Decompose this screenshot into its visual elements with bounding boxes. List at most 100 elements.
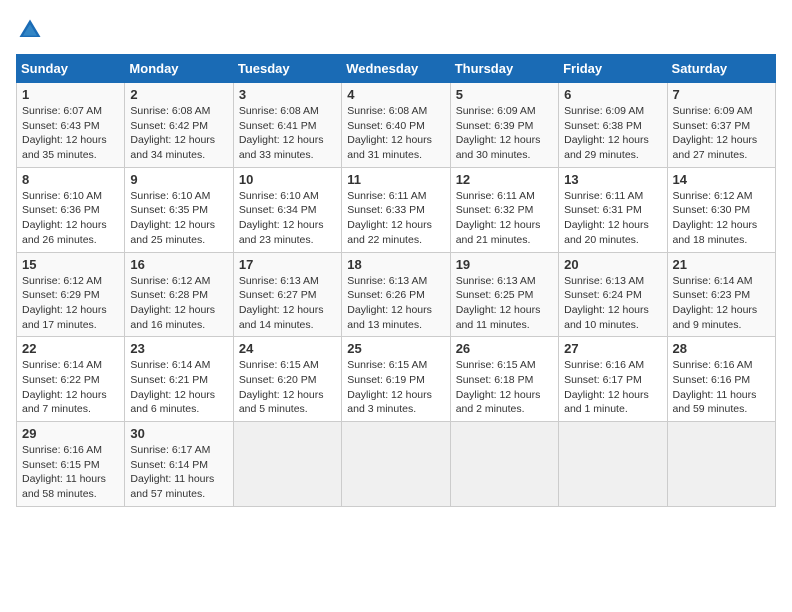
day-number: 19 (456, 257, 553, 272)
cell-info: Sunrise: 6:17 AMSunset: 6:14 PMDaylight:… (130, 444, 214, 500)
cell-info: Sunrise: 6:14 AMSunset: 6:22 PMDaylight:… (22, 359, 107, 415)
calendar-cell: 15 Sunrise: 6:12 AMSunset: 6:29 PMDaylig… (17, 252, 125, 337)
cell-info: Sunrise: 6:12 AMSunset: 6:29 PMDaylight:… (22, 275, 107, 331)
cell-info: Sunrise: 6:13 AMSunset: 6:27 PMDaylight:… (239, 275, 324, 331)
cell-info: Sunrise: 6:15 AMSunset: 6:19 PMDaylight:… (347, 359, 432, 415)
calendar-cell: 20 Sunrise: 6:13 AMSunset: 6:24 PMDaylig… (559, 252, 667, 337)
day-number: 13 (564, 172, 661, 187)
day-number: 23 (130, 341, 227, 356)
calendar-cell: 12 Sunrise: 6:11 AMSunset: 6:32 PMDaylig… (450, 167, 558, 252)
calendar-cell (342, 422, 450, 507)
calendar-cell: 10 Sunrise: 6:10 AMSunset: 6:34 PMDaylig… (233, 167, 341, 252)
day-number: 18 (347, 257, 444, 272)
day-number: 28 (673, 341, 770, 356)
cell-info: Sunrise: 6:07 AMSunset: 6:43 PMDaylight:… (22, 105, 107, 161)
calendar-header-thursday: Thursday (450, 55, 558, 83)
cell-info: Sunrise: 6:16 AMSunset: 6:17 PMDaylight:… (564, 359, 649, 415)
day-number: 21 (673, 257, 770, 272)
calendar-cell: 14 Sunrise: 6:12 AMSunset: 6:30 PMDaylig… (667, 167, 775, 252)
cell-info: Sunrise: 6:12 AMSunset: 6:30 PMDaylight:… (673, 190, 758, 246)
calendar-cell: 9 Sunrise: 6:10 AMSunset: 6:35 PMDayligh… (125, 167, 233, 252)
calendar-cell: 27 Sunrise: 6:16 AMSunset: 6:17 PMDaylig… (559, 337, 667, 422)
day-number: 9 (130, 172, 227, 187)
calendar-cell: 18 Sunrise: 6:13 AMSunset: 6:26 PMDaylig… (342, 252, 450, 337)
calendar-header-monday: Monday (125, 55, 233, 83)
cell-info: Sunrise: 6:10 AMSunset: 6:36 PMDaylight:… (22, 190, 107, 246)
calendar-cell (450, 422, 558, 507)
day-number: 8 (22, 172, 119, 187)
logo (16, 16, 48, 44)
calendar-cell (233, 422, 341, 507)
page-header (16, 16, 776, 44)
calendar-header-saturday: Saturday (667, 55, 775, 83)
day-number: 15 (22, 257, 119, 272)
day-number: 4 (347, 87, 444, 102)
cell-info: Sunrise: 6:15 AMSunset: 6:20 PMDaylight:… (239, 359, 324, 415)
day-number: 11 (347, 172, 444, 187)
day-number: 20 (564, 257, 661, 272)
calendar-cell: 4 Sunrise: 6:08 AMSunset: 6:40 PMDayligh… (342, 83, 450, 168)
calendar-cell: 22 Sunrise: 6:14 AMSunset: 6:22 PMDaylig… (17, 337, 125, 422)
calendar-cell: 5 Sunrise: 6:09 AMSunset: 6:39 PMDayligh… (450, 83, 558, 168)
cell-info: Sunrise: 6:08 AMSunset: 6:40 PMDaylight:… (347, 105, 432, 161)
cell-info: Sunrise: 6:13 AMSunset: 6:25 PMDaylight:… (456, 275, 541, 331)
day-number: 25 (347, 341, 444, 356)
calendar-cell: 3 Sunrise: 6:08 AMSunset: 6:41 PMDayligh… (233, 83, 341, 168)
day-number: 29 (22, 426, 119, 441)
cell-info: Sunrise: 6:13 AMSunset: 6:24 PMDaylight:… (564, 275, 649, 331)
cell-info: Sunrise: 6:14 AMSunset: 6:23 PMDaylight:… (673, 275, 758, 331)
day-number: 16 (130, 257, 227, 272)
calendar-header-sunday: Sunday (17, 55, 125, 83)
cell-info: Sunrise: 6:08 AMSunset: 6:41 PMDaylight:… (239, 105, 324, 161)
cell-info: Sunrise: 6:09 AMSunset: 6:39 PMDaylight:… (456, 105, 541, 161)
calendar-header-friday: Friday (559, 55, 667, 83)
calendar-cell: 24 Sunrise: 6:15 AMSunset: 6:20 PMDaylig… (233, 337, 341, 422)
calendar-cell: 17 Sunrise: 6:13 AMSunset: 6:27 PMDaylig… (233, 252, 341, 337)
day-number: 14 (673, 172, 770, 187)
cell-info: Sunrise: 6:13 AMSunset: 6:26 PMDaylight:… (347, 275, 432, 331)
calendar-cell: 11 Sunrise: 6:11 AMSunset: 6:33 PMDaylig… (342, 167, 450, 252)
day-number: 30 (130, 426, 227, 441)
cell-info: Sunrise: 6:15 AMSunset: 6:18 PMDaylight:… (456, 359, 541, 415)
cell-info: Sunrise: 6:11 AMSunset: 6:33 PMDaylight:… (347, 190, 432, 246)
day-number: 3 (239, 87, 336, 102)
calendar-header-wednesday: Wednesday (342, 55, 450, 83)
calendar-cell (559, 422, 667, 507)
day-number: 2 (130, 87, 227, 102)
calendar-cell: 26 Sunrise: 6:15 AMSunset: 6:18 PMDaylig… (450, 337, 558, 422)
cell-info: Sunrise: 6:08 AMSunset: 6:42 PMDaylight:… (130, 105, 215, 161)
day-number: 6 (564, 87, 661, 102)
day-number: 24 (239, 341, 336, 356)
cell-info: Sunrise: 6:16 AMSunset: 6:16 PMDaylight:… (673, 359, 757, 415)
cell-info: Sunrise: 6:09 AMSunset: 6:38 PMDaylight:… (564, 105, 649, 161)
day-number: 17 (239, 257, 336, 272)
day-number: 26 (456, 341, 553, 356)
calendar-cell: 6 Sunrise: 6:09 AMSunset: 6:38 PMDayligh… (559, 83, 667, 168)
calendar-cell: 30 Sunrise: 6:17 AMSunset: 6:14 PMDaylig… (125, 422, 233, 507)
day-number: 5 (456, 87, 553, 102)
calendar-cell: 25 Sunrise: 6:15 AMSunset: 6:19 PMDaylig… (342, 337, 450, 422)
calendar-cell: 29 Sunrise: 6:16 AMSunset: 6:15 PMDaylig… (17, 422, 125, 507)
calendar-table: SundayMondayTuesdayWednesdayThursdayFrid… (16, 54, 776, 507)
day-number: 10 (239, 172, 336, 187)
day-number: 27 (564, 341, 661, 356)
day-number: 1 (22, 87, 119, 102)
calendar-cell: 21 Sunrise: 6:14 AMSunset: 6:23 PMDaylig… (667, 252, 775, 337)
calendar-cell: 16 Sunrise: 6:12 AMSunset: 6:28 PMDaylig… (125, 252, 233, 337)
cell-info: Sunrise: 6:12 AMSunset: 6:28 PMDaylight:… (130, 275, 215, 331)
cell-info: Sunrise: 6:16 AMSunset: 6:15 PMDaylight:… (22, 444, 106, 500)
calendar-cell: 23 Sunrise: 6:14 AMSunset: 6:21 PMDaylig… (125, 337, 233, 422)
calendar-cell: 8 Sunrise: 6:10 AMSunset: 6:36 PMDayligh… (17, 167, 125, 252)
calendar-cell: 13 Sunrise: 6:11 AMSunset: 6:31 PMDaylig… (559, 167, 667, 252)
day-number: 12 (456, 172, 553, 187)
cell-info: Sunrise: 6:11 AMSunset: 6:32 PMDaylight:… (456, 190, 541, 246)
day-number: 7 (673, 87, 770, 102)
cell-info: Sunrise: 6:11 AMSunset: 6:31 PMDaylight:… (564, 190, 649, 246)
cell-info: Sunrise: 6:14 AMSunset: 6:21 PMDaylight:… (130, 359, 215, 415)
day-number: 22 (22, 341, 119, 356)
calendar-cell: 2 Sunrise: 6:08 AMSunset: 6:42 PMDayligh… (125, 83, 233, 168)
cell-info: Sunrise: 6:10 AMSunset: 6:35 PMDaylight:… (130, 190, 215, 246)
cell-info: Sunrise: 6:10 AMSunset: 6:34 PMDaylight:… (239, 190, 324, 246)
calendar-cell: 28 Sunrise: 6:16 AMSunset: 6:16 PMDaylig… (667, 337, 775, 422)
calendar-cell: 7 Sunrise: 6:09 AMSunset: 6:37 PMDayligh… (667, 83, 775, 168)
